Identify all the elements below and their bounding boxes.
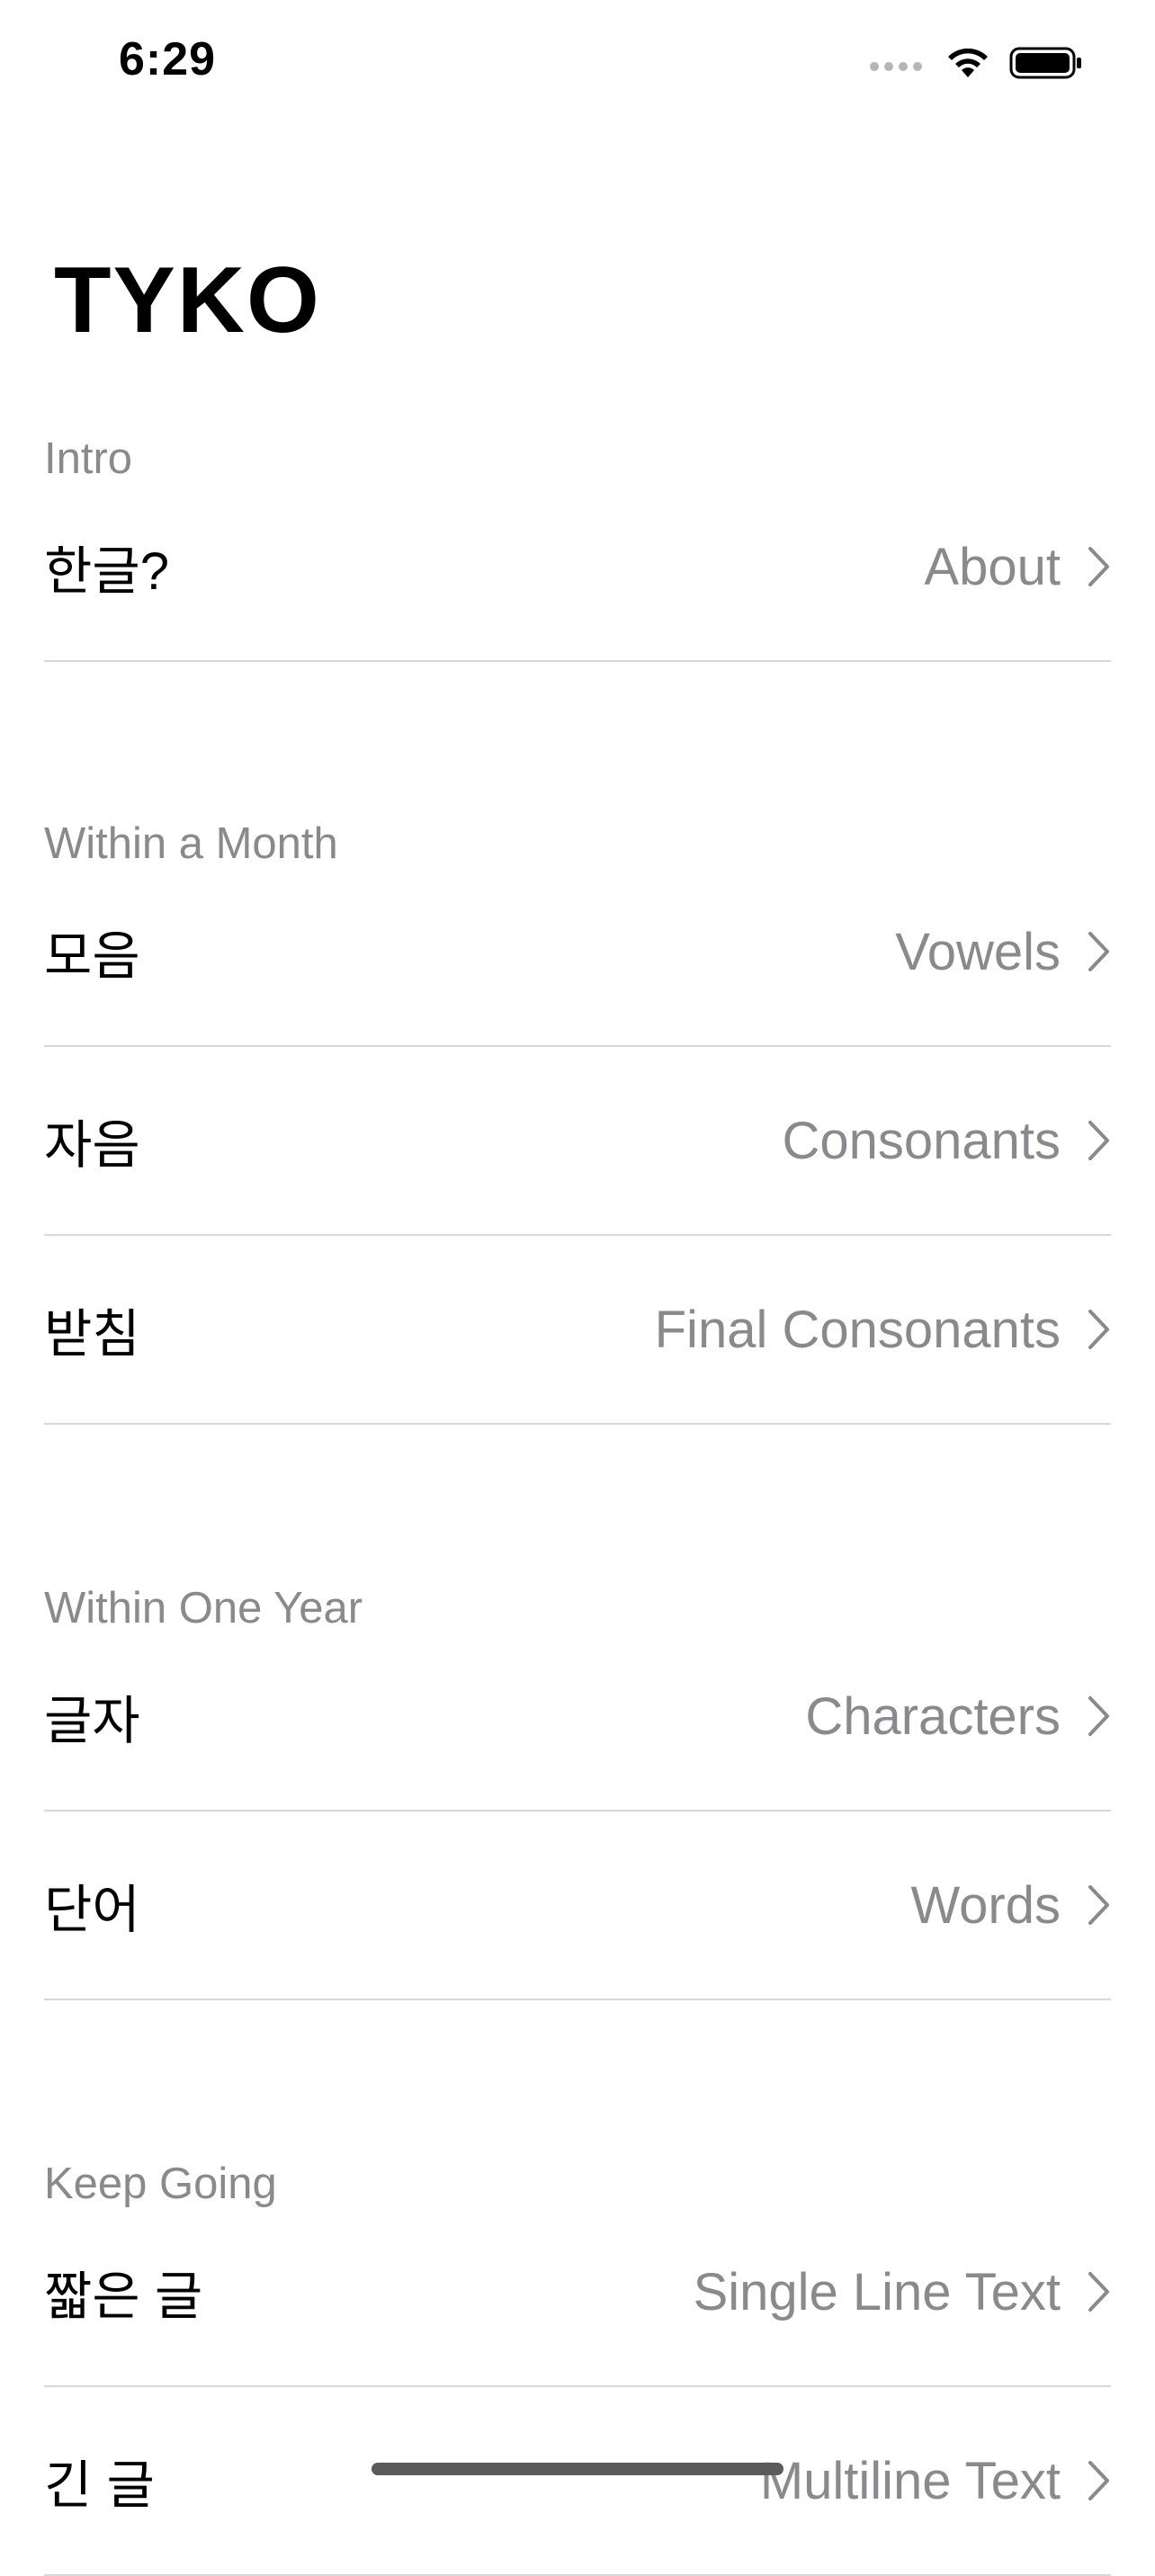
row-title: 한글? (44, 542, 169, 601)
row-characters[interactable]: 글자 Characters (44, 1623, 1111, 1811)
row-accessory: Words (910, 1875, 1111, 1936)
row-words[interactable]: 단어 Words (44, 1811, 1111, 2000)
row-detail: Final Consonants (654, 1300, 1061, 1359)
row-accessory: Multiline Text (760, 2451, 1111, 2511)
chevron-right-icon (1088, 2272, 1109, 2312)
home-indicator[interactable] (372, 2463, 783, 2475)
chevron-right-icon (1088, 547, 1109, 586)
row-title: 단어 (44, 1881, 140, 1939)
chevron-right-icon (1088, 1310, 1109, 1349)
row-title: 글자 (44, 1692, 140, 1750)
row-accessory: About (924, 537, 1111, 597)
row-vowels[interactable]: 모음 Vowels (44, 858, 1111, 1047)
row-detail: Characters (805, 1686, 1061, 1746)
row-title: 짧은 글 (44, 2267, 203, 2326)
row-accessory: Vowels (895, 922, 1111, 982)
row-final-consonants[interactable]: 받침 Final Consonants (44, 1236, 1111, 1425)
row-accessory: Final Consonants (655, 1300, 1111, 1360)
chevron-right-icon (1088, 1885, 1109, 1925)
row-consonants[interactable]: 자음 Consonants (44, 1047, 1111, 1236)
status-indicators (869, 45, 1083, 81)
row-accessory: Characters (805, 1686, 1111, 1747)
row-accessory: Single Line Text (694, 2262, 1111, 2322)
row-detail: Consonants (782, 1111, 1061, 1170)
row-title: 긴 글 (44, 2456, 155, 2515)
chevron-right-icon (1088, 932, 1109, 971)
cellular-signal-icon (870, 62, 922, 71)
row-detail: Vowels (895, 922, 1061, 981)
battery-icon (1009, 47, 1081, 79)
row-about[interactable]: 한글? About (44, 473, 1111, 662)
row-title: 자음 (44, 1116, 140, 1175)
chevron-right-icon (1088, 1696, 1109, 1736)
row-title: 모음 (44, 927, 140, 986)
row-multiline-text[interactable]: 긴 글 Multiline Text (44, 2387, 1111, 2576)
status-time: 6:29 (119, 33, 217, 85)
chevron-right-icon (1088, 2461, 1109, 2500)
row-detail: Single Line Text (693, 2262, 1061, 2321)
row-detail: Multiline Text (759, 2451, 1061, 2510)
wifi-icon (948, 48, 988, 77)
row-detail: About (924, 537, 1061, 596)
row-detail: Words (910, 1875, 1061, 1935)
row-single-line-text[interactable]: 짧은 글 Single Line Text (44, 2198, 1111, 2387)
row-title: 받침 (44, 1305, 140, 1364)
row-accessory: Consonants (782, 1111, 1111, 1171)
app-title: TYKO (54, 248, 321, 353)
status-bar: 6:29 (0, 0, 1155, 135)
chevron-right-icon (1088, 1121, 1109, 1160)
